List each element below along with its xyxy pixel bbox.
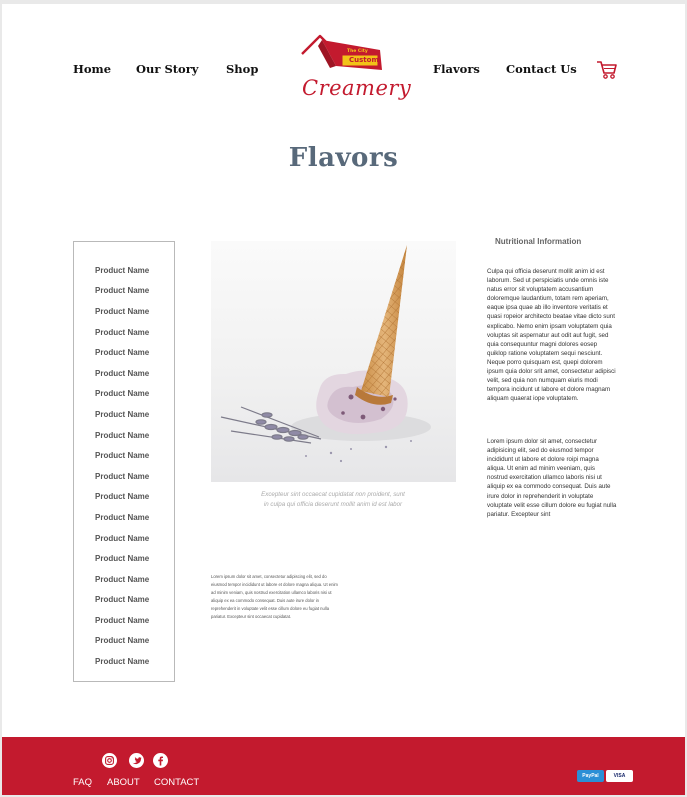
footer-contact-link[interactable]: CONTACT: [154, 777, 199, 788]
product-list: Product Name Product Name Product Name P…: [73, 241, 175, 682]
paypal-badge: PayPal: [577, 770, 604, 782]
page: Home Our Story Shop The City Custom Crea…: [2, 4, 685, 795]
product-list-item[interactable]: Product Name: [95, 410, 149, 419]
creamery-logo[interactable]: The City Custom Creamery: [296, 32, 411, 106]
footer-about-link[interactable]: ABOUT: [107, 777, 140, 788]
product-list-item[interactable]: Product Name: [95, 472, 149, 481]
instagram-icon[interactable]: [102, 753, 117, 768]
product-list-item[interactable]: Product Name: [95, 266, 149, 275]
product-list-item[interactable]: Product Name: [95, 554, 149, 563]
product-list-item[interactable]: Product Name: [95, 595, 149, 604]
product-list-item[interactable]: Product Name: [95, 513, 149, 522]
description-text: Lorem ipsum dolor sit amet, consectetur …: [211, 574, 338, 619]
logo-small-text: The City: [347, 49, 368, 54]
page-title: Flavors: [288, 143, 399, 173]
logo-badge-text: Custom: [349, 56, 379, 64]
product-list-item[interactable]: Product Name: [95, 328, 149, 337]
twitter-icon[interactable]: [129, 753, 144, 768]
nav-shop-link[interactable]: Shop: [226, 62, 258, 76]
product-list-item[interactable]: Product Name: [95, 636, 149, 645]
visa-badge: VISA: [606, 770, 633, 782]
product-list-item[interactable]: Product Name: [95, 534, 149, 543]
product-list-item[interactable]: Product Name: [95, 451, 149, 460]
nutrition-paragraph-1: Culpa qui officia deserunt mollit anim i…: [487, 268, 616, 403]
nutrition-title: Nutritional Information: [495, 237, 582, 246]
image-caption: Excepteur sint occaecat cupidatat non pr…: [261, 491, 405, 508]
product-list-item[interactable]: Product Name: [95, 616, 149, 625]
nav-flavors-link[interactable]: Flavors: [433, 62, 480, 76]
nav-home-link[interactable]: Home: [73, 62, 111, 76]
product-list-item[interactable]: Product Name: [95, 286, 149, 295]
cart-icon[interactable]: [596, 60, 618, 80]
logo-script-text: Creamery: [302, 76, 412, 100]
facebook-icon[interactable]: [153, 753, 168, 768]
product-list-item[interactable]: Product Name: [95, 492, 149, 501]
ice-cream-cone-photo: [211, 241, 456, 482]
product-list-item[interactable]: Product Name: [95, 575, 149, 584]
nav-our-story-link[interactable]: Our Story: [136, 62, 198, 76]
product-list-item[interactable]: Product Name: [95, 389, 149, 398]
product-list-item[interactable]: Product Name: [95, 369, 149, 378]
product-list-item[interactable]: Product Name: [95, 431, 149, 440]
product-list-item[interactable]: Product Name: [95, 657, 149, 666]
site-footer: FAQ ABOUT CONTACT PayPal VISA: [2, 737, 685, 795]
nutrition-paragraph-2: Lorem ipsum dolor sit amet, consectetur …: [487, 438, 617, 518]
product-list-item[interactable]: Product Name: [95, 307, 149, 316]
product-list-item[interactable]: Product Name: [95, 348, 149, 357]
footer-faq-link[interactable]: FAQ: [73, 777, 92, 788]
nav-contact-link[interactable]: Contact Us: [506, 62, 577, 76]
